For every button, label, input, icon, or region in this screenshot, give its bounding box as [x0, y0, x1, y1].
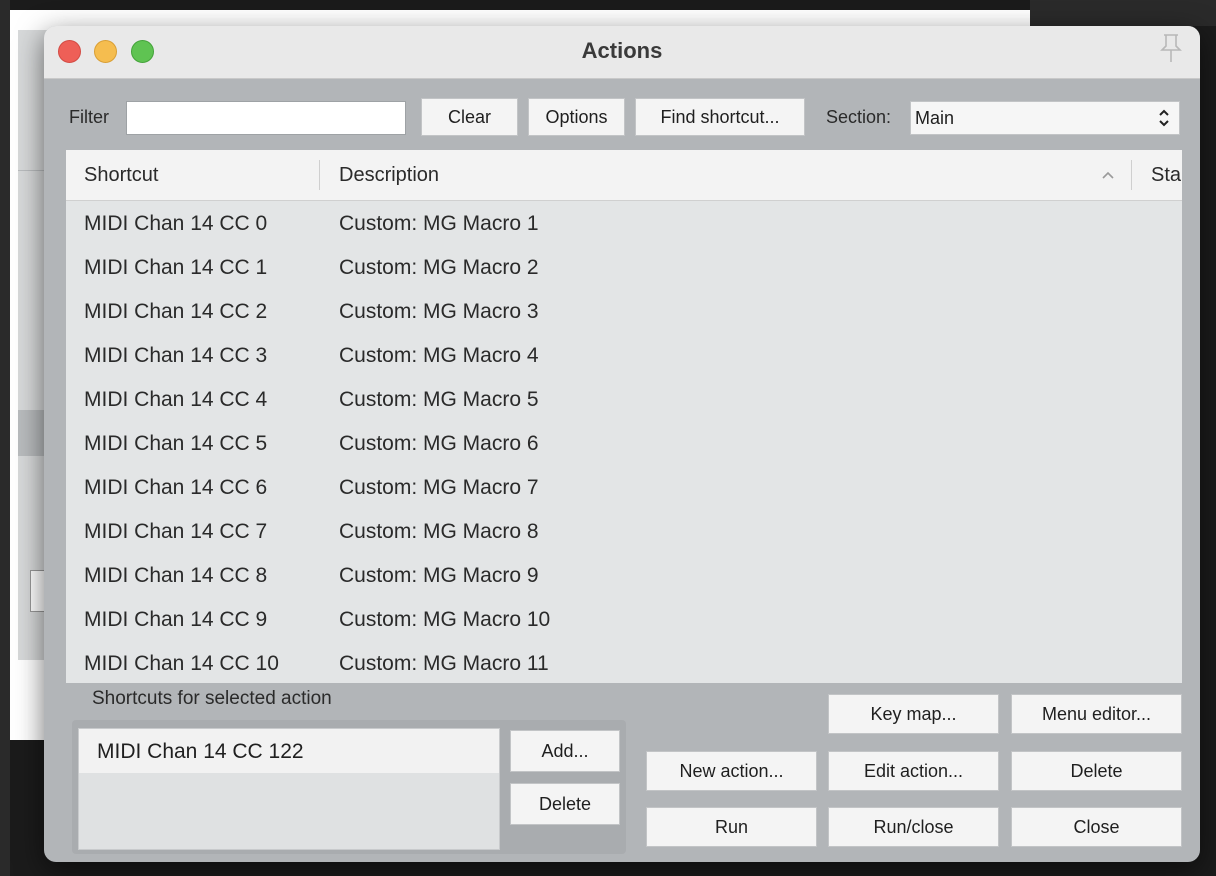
description-cell: Custom: MG Macro 1 — [339, 212, 539, 235]
shortcut-cell: MIDI Chan 14 CC 6 — [84, 476, 268, 499]
options-button[interactable]: Options — [528, 98, 625, 136]
section-select[interactable]: Main — [910, 101, 1180, 135]
key-map-button[interactable]: Key map... — [828, 694, 999, 734]
shortcut-cell: MIDI Chan 14 CC 8 — [84, 564, 268, 587]
background-divider — [18, 170, 44, 171]
column-divider[interactable] — [319, 160, 320, 190]
table-row[interactable]: MIDI Chan 14 CC 10 Custom: MG Macro 11 — [66, 640, 1182, 683]
filter-input[interactable] — [126, 101, 406, 135]
shortcut-cell: MIDI Chan 14 CC 1 — [84, 256, 268, 279]
table-row[interactable]: MIDI Chan 14 CC 1 Custom: MG Macro 2 — [66, 244, 1182, 288]
column-header-shortcut[interactable]: Shortcut — [84, 164, 158, 187]
column-divider[interactable] — [1131, 160, 1132, 190]
description-cell: Custom: MG Macro 4 — [339, 344, 539, 367]
shortcut-cell: MIDI Chan 14 CC 5 — [84, 432, 268, 455]
table-row[interactable]: MIDI Chan 14 CC 3 Custom: MG Macro 4 — [66, 332, 1182, 376]
section-select-value: Main — [915, 107, 955, 128]
table-header: Shortcut Description Sta — [66, 150, 1182, 201]
table-row[interactable]: MIDI Chan 14 CC 7 Custom: MG Macro 8 — [66, 508, 1182, 552]
background-dark-region — [1030, 0, 1216, 26]
table-row[interactable]: MIDI Chan 14 CC 8 Custom: MG Macro 9 — [66, 552, 1182, 596]
menu-editor-button[interactable]: Menu editor... — [1011, 694, 1182, 734]
new-action-button[interactable]: New action... — [646, 751, 817, 791]
title-bar[interactable]: Actions — [44, 26, 1200, 79]
description-cell: Custom: MG Macro 3 — [339, 300, 539, 323]
edit-action-button[interactable]: Edit action... — [828, 751, 999, 791]
shortcut-cell: MIDI Chan 14 CC 7 — [84, 520, 268, 543]
description-cell: Custom: MG Macro 10 — [339, 608, 551, 631]
pin-icon[interactable] — [1156, 32, 1186, 64]
actions-window: Actions Filter Clear Options Find shortc… — [44, 26, 1200, 862]
shortcut-cell: MIDI Chan 14 CC 4 — [84, 388, 268, 411]
description-cell: Custom: MG Macro 7 — [339, 476, 539, 499]
shortcut-cell: MIDI Chan 14 CC 0 — [84, 212, 268, 235]
column-header-state[interactable]: Sta — [1151, 164, 1181, 187]
table-row[interactable]: MIDI Chan 14 CC 9 Custom: MG Macro 10 — [66, 596, 1182, 640]
delete-action-button[interactable]: Delete — [1011, 751, 1182, 791]
table-row[interactable]: MIDI Chan 14 CC 4 Custom: MG Macro 5 — [66, 376, 1182, 420]
table-row[interactable]: MIDI Chan 14 CC 2 Custom: MG Macro 3 — [66, 288, 1182, 332]
find-shortcut-button[interactable]: Find shortcut... — [635, 98, 805, 136]
window-title: Actions — [581, 38, 663, 63]
shortcut-cell: MIDI Chan 14 CC 9 — [84, 608, 268, 631]
shortcut-cell: MIDI Chan 14 CC 3 — [84, 344, 268, 367]
actions-table[interactable]: Shortcut Description Sta MIDI Chan 14 CC… — [66, 150, 1182, 683]
description-cell: Custom: MG Macro 2 — [339, 256, 539, 279]
description-cell: Custom: MG Macro 9 — [339, 564, 539, 587]
add-shortcut-button[interactable]: Add... — [510, 730, 620, 772]
updown-chevron-icon — [1159, 109, 1169, 127]
description-cell: Custom: MG Macro 11 — [339, 652, 549, 675]
shortcut-text: MIDI Chan 14 CC 122 — [97, 740, 304, 763]
delete-shortcut-button[interactable]: Delete — [510, 783, 620, 825]
selected-shortcuts-label: Shortcuts for selected action — [92, 688, 332, 709]
close-button[interactable]: Close — [1011, 807, 1182, 847]
filter-label: Filter — [69, 107, 109, 127]
section-label: Section: — [826, 107, 892, 127]
description-cell: Custom: MG Macro 8 — [339, 520, 539, 543]
shortcut-cell: MIDI Chan 14 CC 2 — [84, 300, 268, 323]
description-cell: Custom: MG Macro 6 — [339, 432, 539, 455]
list-item[interactable]: MIDI Chan 14 CC 122 — [79, 729, 499, 773]
table-row[interactable]: MIDI Chan 14 CC 6 Custom: MG Macro 7 — [66, 464, 1182, 508]
table-row[interactable]: MIDI Chan 14 CC 5 Custom: MG Macro 6 — [66, 420, 1182, 464]
table-row[interactable]: MIDI Chan 14 CC 0 Custom: MG Macro 1 — [66, 200, 1182, 244]
sort-ascending-icon — [1102, 171, 1114, 179]
clear-button[interactable]: Clear — [421, 98, 518, 136]
background-divider — [18, 410, 44, 456]
run-button[interactable]: Run — [646, 807, 817, 847]
selected-shortcuts-list[interactable]: MIDI Chan 14 CC 122 — [78, 728, 500, 850]
column-header-description[interactable]: Description — [339, 164, 439, 187]
shortcut-cell: MIDI Chan 14 CC 10 — [84, 652, 279, 675]
background-dark-region — [0, 0, 10, 876]
run-close-button[interactable]: Run/close — [828, 807, 999, 847]
description-cell: Custom: MG Macro 5 — [339, 388, 539, 411]
